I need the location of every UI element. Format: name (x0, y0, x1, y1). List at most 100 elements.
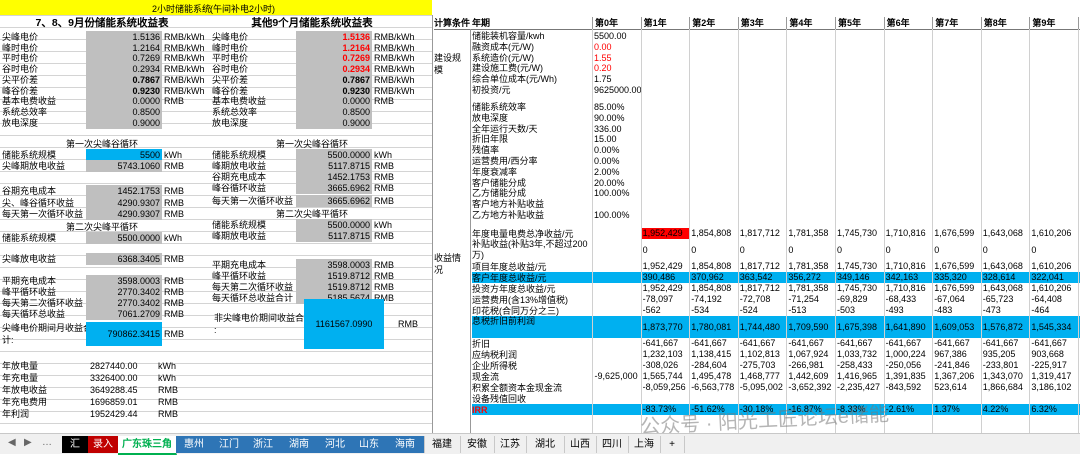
income-cell: -5,095,002 (739, 382, 783, 392)
income-cell: 322,041 (1031, 272, 1064, 282)
income-label: 折旧 (472, 339, 491, 349)
row-label: 峰期放电收益 (212, 231, 267, 241)
income-cell: 1,675,398 (837, 322, 878, 332)
income-cell: 967,386 (934, 349, 967, 359)
income-year0 (592, 272, 638, 283)
income-cell: -524 (739, 305, 758, 315)
income-cell: 1,545,334 (1031, 322, 1072, 332)
row-unit: RMB (164, 186, 184, 196)
sheet-tab[interactable]: 汇 (62, 436, 89, 453)
income-cell: -266,981 (788, 360, 824, 370)
income-cell: 1,866,684 (982, 382, 1023, 392)
sheet-tab[interactable]: 福建 (424, 436, 461, 453)
income-cell: 1,610,206 (1031, 261, 1072, 271)
row-label: 每天第一次循环收益 (212, 196, 294, 206)
sheet-tab[interactable]: 录入 (88, 436, 119, 453)
income-cell: 0 (982, 245, 988, 255)
sheet-tab[interactable]: 山西 (564, 436, 597, 453)
income-cell: -562 (642, 305, 661, 315)
income-cell: -308,026 (642, 360, 679, 370)
income-label: 应纳税利润 (472, 350, 518, 360)
year-header: 第7年 (932, 17, 981, 29)
income-cell: 1,576,872 (982, 322, 1023, 332)
income-cell: -6,563,778 (691, 382, 735, 392)
income-cell: 1,817,712 (739, 228, 780, 238)
income-cell: -250,056 (885, 360, 922, 370)
income-cell: 1,781,358 (788, 228, 829, 238)
income-cell: -233,801 (982, 360, 1019, 370)
grid-v-line (432, 15, 433, 433)
sheet-tab[interactable]: + (660, 436, 685, 453)
income-cell: -284,604 (691, 360, 727, 370)
row-value: 4290.9307 (86, 208, 162, 220)
total-unit: RMB (398, 319, 418, 329)
sheet-tab[interactable]: 江苏 (494, 436, 527, 453)
sheet-tab[interactable]: 海南 (386, 436, 425, 453)
income-cell: 0 (934, 245, 940, 255)
grid-h-line (0, 423, 432, 424)
build-value: 9625000.00 (594, 85, 642, 95)
income-cell: 349,146 (837, 272, 870, 282)
income-cell: 1,495,478 (691, 371, 732, 381)
year-header: 第3年 (737, 17, 787, 29)
row-unit (164, 117, 208, 129)
col-line (786, 29, 788, 433)
income-cell: 1,710,816 (885, 261, 926, 271)
sheet-tab[interactable]: 上海 (628, 436, 661, 453)
income-cell: 363,542 (739, 272, 773, 282)
income-cell: -641,667 (982, 338, 1019, 348)
income-cell: 1,343,070 (982, 371, 1023, 381)
year-header: 第5年 (835, 17, 884, 29)
nav-more[interactable]: … (42, 437, 52, 448)
income-cell: 0 (885, 245, 891, 255)
income-cell: 370,962 (691, 272, 724, 282)
income-year0 (592, 239, 638, 261)
nav-right-arrow[interactable]: ▶ (24, 437, 32, 448)
sheet-tab[interactable]: 湖南 (280, 436, 319, 453)
sheet-tab[interactable]: 湖北 (526, 436, 565, 453)
row-unit: RMB (374, 196, 394, 206)
year-header: 第1年 (640, 17, 690, 29)
income-cell (932, 393, 981, 404)
grid-h-line (0, 351, 432, 352)
income-cell: 1,873,770 (642, 322, 683, 332)
income-cell: 328,614 (982, 272, 1016, 282)
income-label: 企业所得税 (472, 361, 518, 371)
row-value (86, 171, 162, 183)
income-label: 客户年度总收益/元 (472, 273, 547, 283)
col-line (737, 29, 739, 433)
income-cell: 1,000,224 (885, 349, 926, 359)
sheet-tab[interactable]: 江门 (212, 436, 247, 453)
income-cell: 342,163 (885, 272, 919, 282)
year-value: 1952429.44 (90, 409, 138, 419)
year-header: 第4年 (786, 17, 835, 29)
income-cell: 1.37% (934, 404, 960, 414)
income-cell: 1,709,590 (788, 322, 829, 332)
row-unit: RMB (374, 183, 394, 193)
nav-left-arrow[interactable]: ◀ (8, 437, 16, 448)
income-cell: -641,667 (885, 338, 922, 348)
sheet-tab[interactable]: 广东珠三角 (118, 436, 177, 455)
income-cell: 3,186,102 (1031, 382, 1072, 392)
total-label-cont: 计: (2, 335, 14, 345)
income-year0 (592, 261, 638, 272)
sheet-tab[interactable]: 惠州 (176, 436, 213, 453)
sheet-tab[interactable]: 四川 (596, 436, 629, 453)
row-value: 5117.8715 (296, 230, 372, 242)
income-cell (1029, 393, 1078, 404)
sheet-tab[interactable]: 河北 (318, 436, 353, 453)
sheet-tab[interactable]: 浙江 (246, 436, 281, 453)
income-cell: 1,745,730 (837, 261, 878, 271)
income-cell: 1,854,808 (691, 228, 732, 238)
row-value: 0.9000 (296, 116, 372, 129)
income-cell: 1,442,609 (788, 371, 829, 381)
income-cell: -2,235,427 (837, 382, 881, 392)
total-value: 1161567.0990 (304, 299, 384, 349)
income-cell: -843,592 (885, 382, 922, 392)
income-cell: 1,033,732 (837, 349, 878, 359)
income-cell: 1,102,813 (739, 349, 780, 359)
sheet-tab[interactable]: 山东 (352, 436, 387, 453)
income-year0 (592, 404, 638, 415)
sheet-tab[interactable]: 安徽 (460, 436, 495, 453)
income-cell: 1,745,730 (837, 283, 878, 293)
